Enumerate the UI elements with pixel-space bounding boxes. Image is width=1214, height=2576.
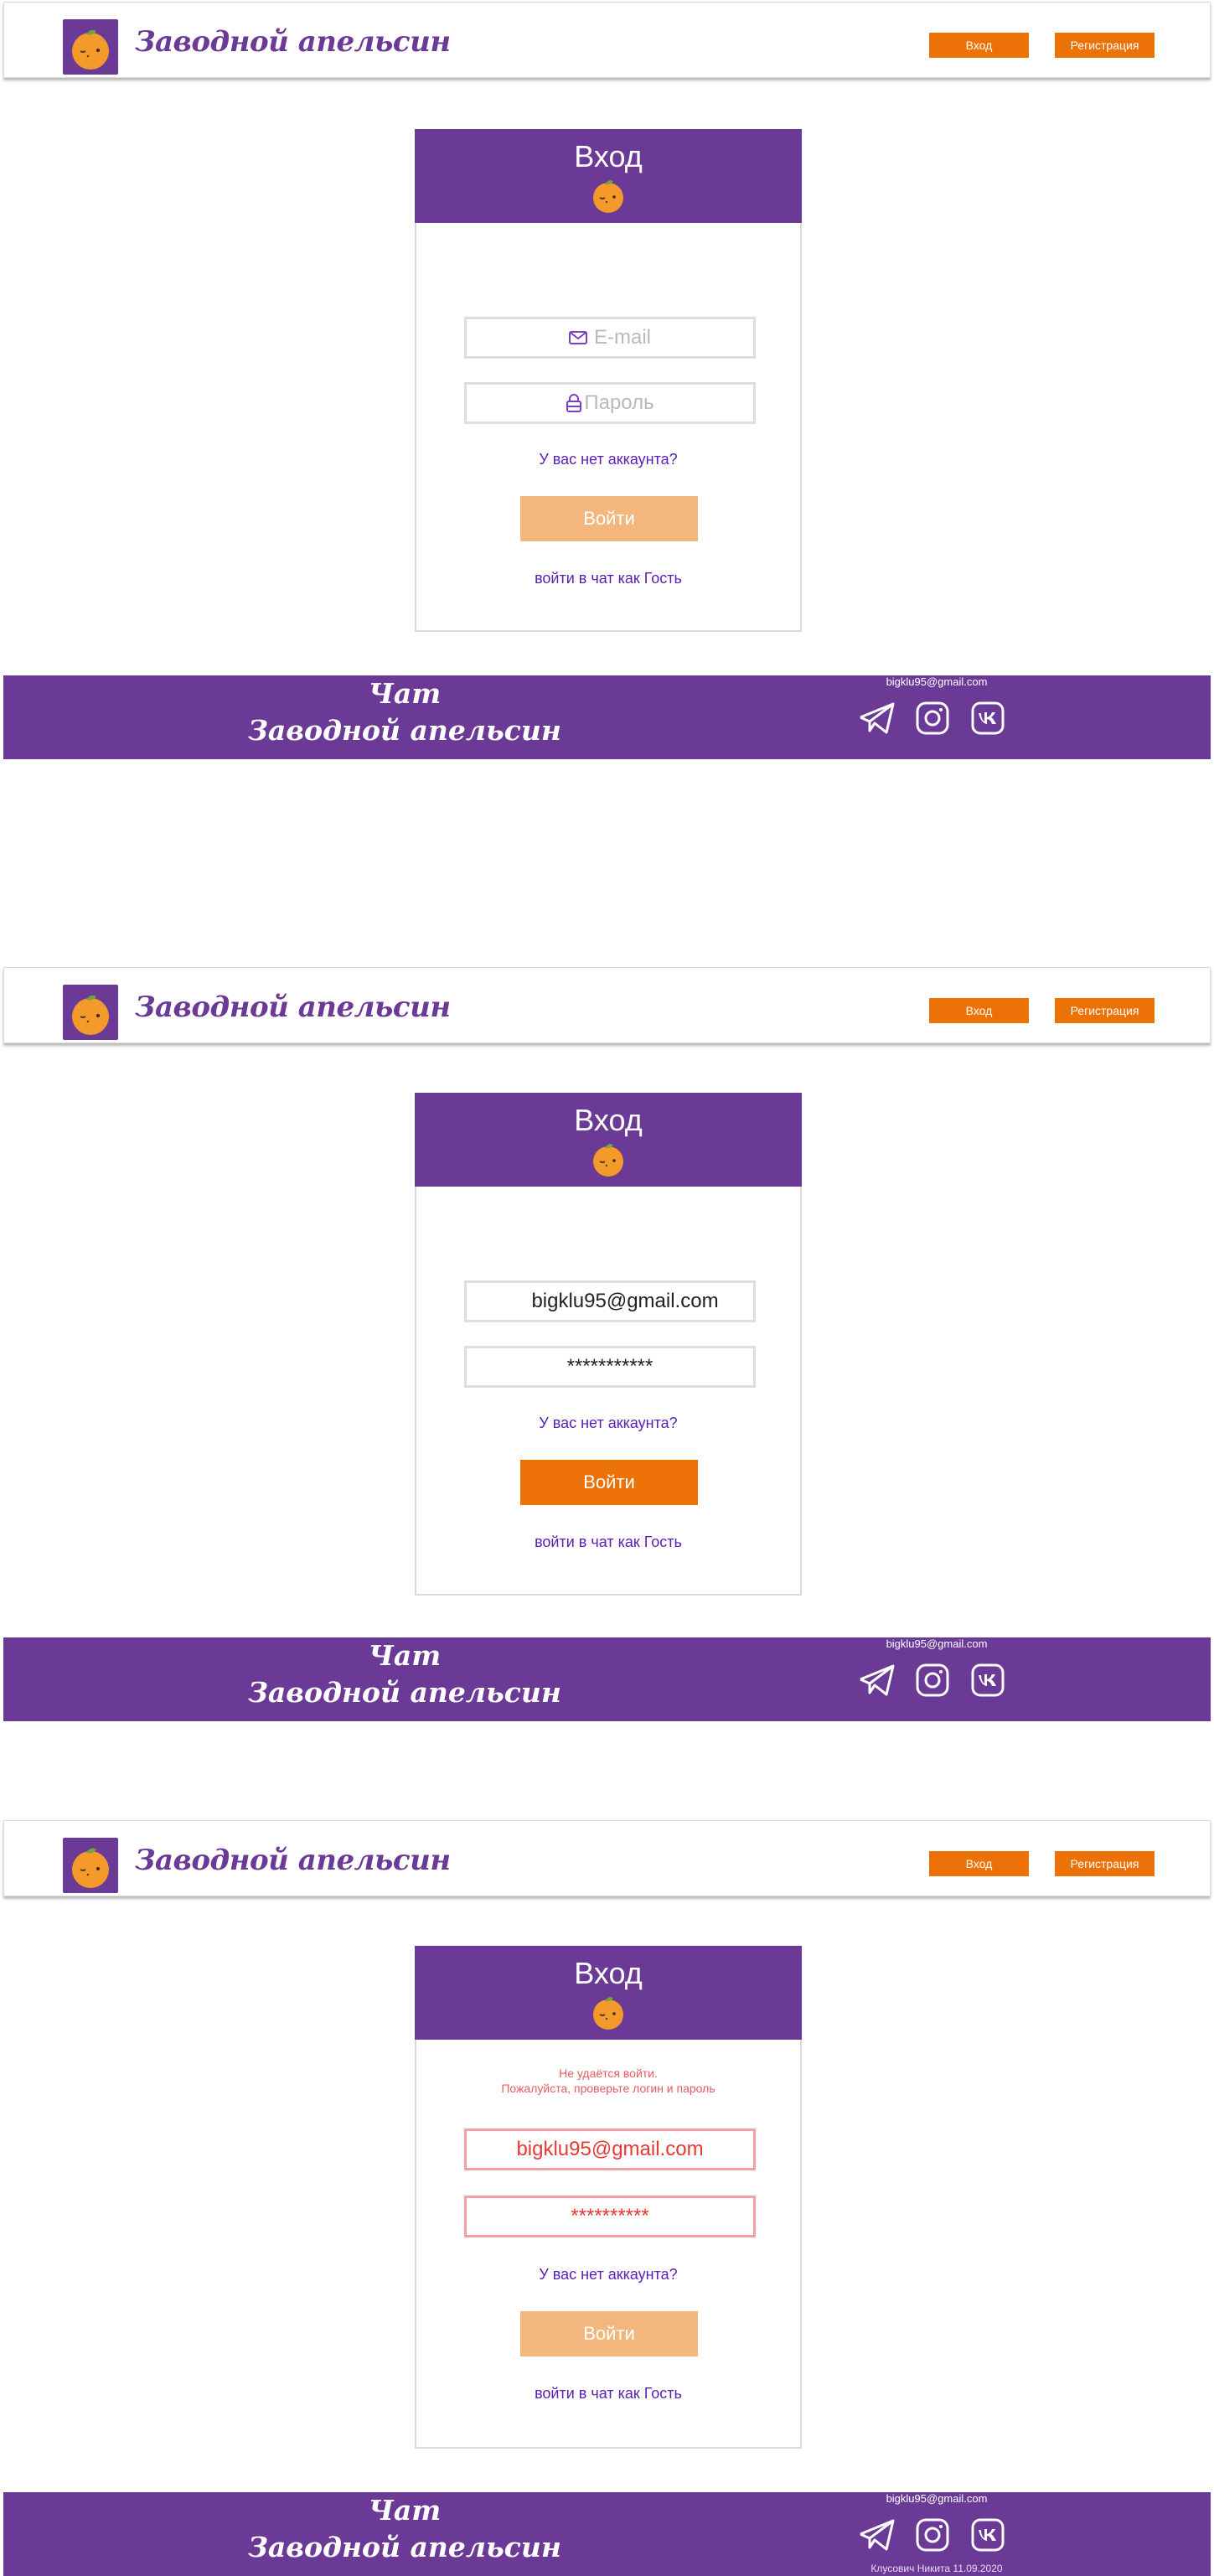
header-register-button[interactable]: Регистрация <box>1055 1851 1155 1876</box>
logo[interactable] <box>63 19 118 75</box>
telegram-icon[interactable] <box>858 1663 896 1702</box>
footer-title-line2: Заводной апельсин <box>248 714 561 747</box>
error-line-1: Не удаётся войти. <box>559 2066 658 2080</box>
footer: Чат Заводной апельсин bigklu95@gmail.com <box>3 675 1211 759</box>
submit-button[interactable]: Войти <box>520 496 698 541</box>
no-account-link[interactable]: У вас нет аккаунта? <box>416 451 800 468</box>
header: Заводной апельсин Вход Регистрация <box>3 1820 1211 1896</box>
brand-name: Заводной апельсин <box>135 1844 451 1877</box>
telegram-icon[interactable] <box>858 2517 896 2557</box>
footer-title-line1: Чат <box>368 2494 442 2527</box>
vk-icon[interactable] <box>970 1663 1005 1702</box>
orange-mascot-icon <box>593 180 623 213</box>
header: Заводной апельсин Вход Регистрация <box>3 2 1211 78</box>
footer-copyright: Клусович Никита 11.09.2020 <box>870 2563 1003 2574</box>
instagram-icon[interactable] <box>915 2517 950 2557</box>
telegram-icon[interactable] <box>858 701 896 740</box>
guest-login-link[interactable]: войти в чат как Гость <box>416 570 800 587</box>
footer-email[interactable]: bigklu95@gmail.com <box>861 1637 1012 1650</box>
login-error-message: Не удаётся войти. Пожалуйста, проверьте … <box>416 2066 800 2096</box>
footer-title-line1: Чат <box>368 1639 442 1672</box>
lock-icon <box>566 394 582 412</box>
email-field[interactable]: E-mail <box>464 317 756 359</box>
footer-title-line2: Заводной апельсин <box>248 2531 561 2563</box>
login-card-header: Вход <box>415 129 802 223</box>
login-card: Вход bigklu95@gmail.com *********** У ва… <box>415 1093 802 1596</box>
password-placeholder: Пароль <box>584 391 654 414</box>
email-value: bigklu95@gmail.com <box>531 1290 719 1312</box>
email-field[interactable]: bigklu95@gmail.com <box>464 1280 756 1322</box>
password-field[interactable]: ********** <box>464 2196 756 2237</box>
vk-icon[interactable] <box>970 2517 1005 2557</box>
guest-login-link[interactable]: войти в чат как Гость <box>416 1534 800 1551</box>
login-title: Вход <box>574 139 643 173</box>
orange-logo-icon <box>72 995 109 1035</box>
password-value: ********** <box>571 2205 649 2227</box>
header-login-button[interactable]: Вход <box>929 998 1029 1023</box>
password-field[interactable]: Пароль <box>464 382 756 424</box>
logo[interactable] <box>63 985 118 1040</box>
header: Заводной апельсин Вход Регистрация <box>3 967 1211 1043</box>
no-account-link[interactable]: У вас нет аккаунта? <box>416 1415 800 1432</box>
login-card: Вход E-mail Пароль У вас нет аккаунта? В… <box>415 129 802 632</box>
orange-mascot-icon <box>593 1144 623 1177</box>
footer-email[interactable]: bigklu95@gmail.com <box>861 675 1012 688</box>
email-placeholder: E-mail <box>593 326 651 349</box>
header-login-button[interactable]: Вход <box>929 1851 1029 1876</box>
instagram-icon[interactable] <box>915 701 950 740</box>
no-account-link[interactable]: У вас нет аккаунта? <box>416 2266 800 2284</box>
login-title: Вход <box>574 1103 643 1137</box>
email-value: bigklu95@gmail.com <box>516 2138 704 2160</box>
orange-mascot-icon <box>593 1997 623 2030</box>
error-line-2: Пожалуйста, проверьте логин и пароль <box>501 2082 715 2095</box>
footer-title-line1: Чат <box>368 677 442 710</box>
header-register-button[interactable]: Регистрация <box>1055 33 1155 58</box>
footer-email[interactable]: bigklu95@gmail.com <box>861 2492 1012 2505</box>
login-card-header: Вход <box>415 1093 802 1187</box>
login-card: Вход Не удаётся войти. Пожалуйста, прове… <box>415 1946 802 2449</box>
footer: Чат Заводной апельсин bigklu95@gmail.com… <box>3 2492 1211 2576</box>
guest-login-link[interactable]: войти в чат как Гость <box>416 2385 800 2403</box>
logo[interactable] <box>63 1838 118 1893</box>
brand-name: Заводной апельсин <box>135 25 451 59</box>
login-card-header: Вход <box>415 1946 802 2040</box>
orange-logo-icon <box>72 29 109 70</box>
brand-name: Заводной апельсин <box>135 991 451 1024</box>
mail-icon <box>568 331 587 344</box>
instagram-icon[interactable] <box>915 1663 950 1702</box>
email-field[interactable]: bigklu95@gmail.com <box>464 2129 756 2170</box>
password-value: *********** <box>566 1355 653 1378</box>
password-field[interactable]: *********** <box>464 1346 756 1388</box>
vk-icon[interactable] <box>970 701 1005 740</box>
submit-button[interactable]: Войти <box>520 2311 698 2356</box>
submit-button[interactable]: Войти <box>520 1460 698 1505</box>
orange-logo-icon <box>72 1848 109 1888</box>
footer: Чат Заводной апельсин bigklu95@gmail.com <box>3 1637 1211 1721</box>
login-title: Вход <box>574 1956 643 1990</box>
header-register-button[interactable]: Регистрация <box>1055 998 1155 1023</box>
header-login-button[interactable]: Вход <box>929 33 1029 58</box>
footer-title-line2: Заводной апельсин <box>248 1676 561 1709</box>
